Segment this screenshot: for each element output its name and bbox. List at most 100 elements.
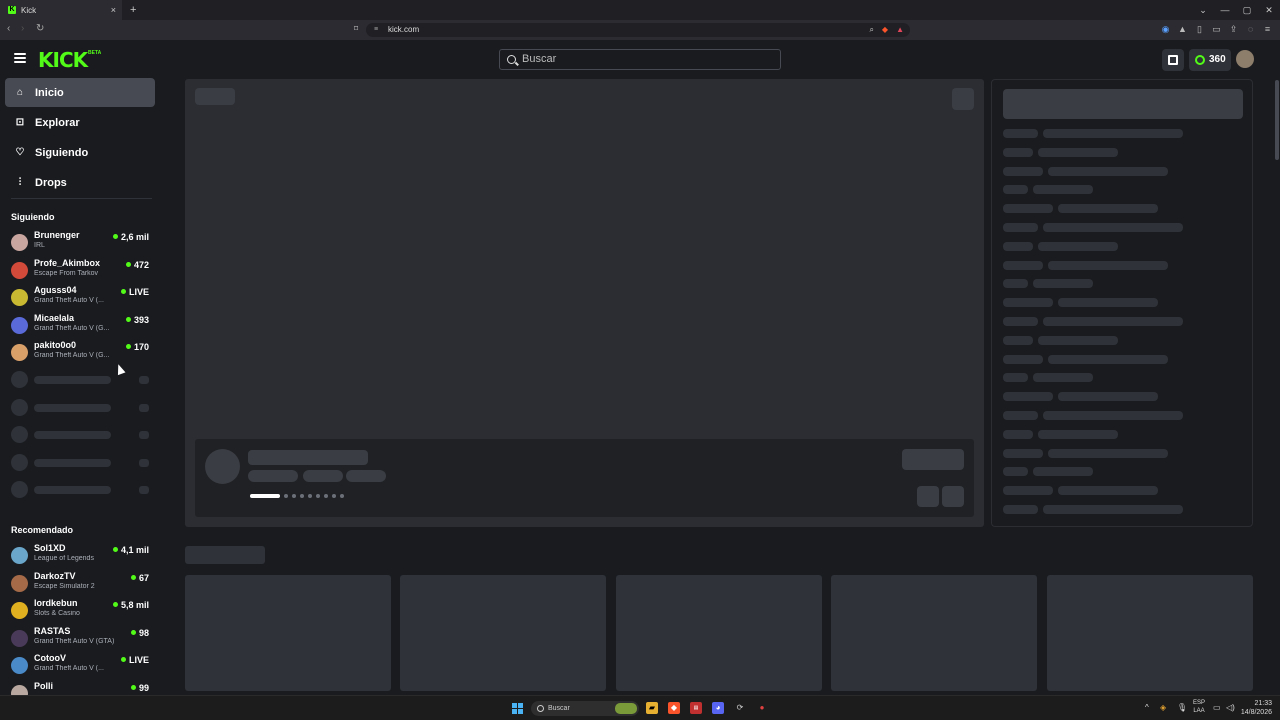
wallet-icon[interactable]: ▭ xyxy=(1212,24,1221,35)
new-tab-button[interactable]: + xyxy=(130,4,136,16)
app-icon[interactable]: ● xyxy=(756,702,768,714)
clock-time: 21:33 xyxy=(1254,700,1272,707)
brave-browser-icon[interactable]: ◆ xyxy=(668,702,680,714)
home-icon: ⌂ xyxy=(16,86,24,98)
audio-icon[interactable]: ◉ xyxy=(1161,24,1170,35)
sidebar-item-drops[interactable]: ⫶ Drops xyxy=(5,168,155,197)
featured-stream-skeleton[interactable] xyxy=(185,79,984,527)
network-icon[interactable]: ▭ xyxy=(1213,703,1221,712)
tab-title: Kick xyxy=(21,5,37,15)
user-avatar[interactable] xyxy=(1236,50,1254,68)
brave-shields-icon[interactable]: ◆ xyxy=(882,23,888,37)
reload-icon[interactable]: ↻ xyxy=(36,23,44,34)
avatar xyxy=(11,289,28,306)
sidebar: ⌂ Inicio ⊡ Explorar ♡ Siguiendo ⫶ Drops … xyxy=(0,78,165,695)
channel-item[interactable]: pakito0o0 Grand Theft Auto V (G... 170 xyxy=(11,339,153,365)
recommended-heading: Recomendado xyxy=(11,525,74,535)
channel-item[interactable]: RASTAS Grand Theft Auto V (GTA) 98 xyxy=(11,625,153,651)
sidebar-item-explorar[interactable]: ⊡ Explorar xyxy=(5,108,155,137)
stream-card-skeleton[interactable] xyxy=(831,575,1037,691)
channel-category: Grand Theft Auto V (G... xyxy=(34,352,110,359)
stream-card-skeleton[interactable] xyxy=(400,575,606,691)
clock-date: 14/8/2026 xyxy=(1240,709,1272,716)
share-icon[interactable]: ⇪ xyxy=(1229,24,1238,35)
following-heading: Siguiendo xyxy=(11,212,55,222)
menu-icon[interactable]: ≡ xyxy=(1263,24,1272,35)
channel-name: DarkozTV xyxy=(34,571,76,581)
app-icon[interactable]: ⟳ xyxy=(734,702,746,714)
channel-item[interactable]: CotooV Grand Theft Auto V (... LIVE xyxy=(11,652,153,678)
sidebar-item-inicio[interactable]: ⌂ Inicio xyxy=(5,78,155,107)
bookmark-icon[interactable]: ⌑ xyxy=(354,24,358,33)
file-explorer-icon[interactable]: ▰ xyxy=(646,702,658,714)
news-app-icon[interactable]: ▤ xyxy=(690,702,702,714)
brave-rewards-icon[interactable]: ▲ xyxy=(896,23,904,37)
channel-item[interactable]: Brunenger IRL 2,6 mil xyxy=(11,229,153,255)
avatar xyxy=(11,262,28,279)
minimize-button[interactable]: — xyxy=(1214,0,1236,20)
stream-card-skeleton[interactable] xyxy=(185,575,391,691)
tab-search-icon[interactable]: ⌄ xyxy=(1192,0,1214,20)
tray-overflow-icon[interactable]: ^ xyxy=(1145,703,1149,712)
channel-item[interactable]: lordkebun Slots & Casino 5,8 mil xyxy=(11,597,153,623)
zoom-icon[interactable]: ⌕ xyxy=(869,23,873,37)
volume-icon[interactable]: ◁) xyxy=(1226,703,1235,712)
forward-icon[interactable]: › xyxy=(21,23,24,34)
maximize-button[interactable]: ▢ xyxy=(1236,0,1258,20)
search-input[interactable]: Buscar xyxy=(499,49,781,70)
site-info-icon[interactable]: ≡ xyxy=(374,23,378,37)
language-code: ESP xyxy=(1193,700,1206,706)
tray-app-icon[interactable]: ◈ xyxy=(1160,703,1166,712)
channel-skeleton xyxy=(11,426,153,443)
microphone-icon[interactable]: 🎙︎ xyxy=(1177,703,1187,712)
channel-item[interactable]: Polli 99 xyxy=(11,680,153,695)
url-field[interactable]: ≡ kick.com ⌕ ◆ ▲ xyxy=(366,23,910,37)
search-icon xyxy=(507,55,516,64)
keyboard-layout: LAA xyxy=(1193,708,1205,714)
windows-taskbar: Buscar ▰ ◆ ▤ ◕ ⟳ ● ^ ◈ 🎙︎ ESP LAA ▭ ◁) 2… xyxy=(0,695,1280,720)
viewer-count: 5,8 mil xyxy=(113,600,149,610)
sidebar-item-label: Siguiendo xyxy=(35,146,89,159)
menu-icon[interactable] xyxy=(14,53,26,63)
scrollbar[interactable] xyxy=(1275,80,1279,160)
channel-skeleton xyxy=(11,454,153,471)
tab-close-icon[interactable]: × xyxy=(111,5,116,15)
stream-card-skeleton[interactable] xyxy=(1047,575,1253,691)
sidebar-icon[interactable]: ▯ xyxy=(1195,24,1204,35)
channel-item[interactable]: Agusss04 Grand Theft Auto V (... LIVE xyxy=(11,284,153,310)
channel-item[interactable]: Micaelala Grand Theft Auto V (G... 393 xyxy=(11,312,153,338)
vpn-icon[interactable]: ◌ xyxy=(1246,24,1255,35)
channel-name: Polli xyxy=(34,681,54,691)
viewer-count: 98 xyxy=(131,628,149,638)
discord-icon[interactable]: ◕ xyxy=(712,702,724,714)
viewer-count: LIVE xyxy=(121,287,149,297)
avatar xyxy=(11,630,28,647)
channel-name: pakito0o0 xyxy=(34,340,77,350)
carousel-dots[interactable] xyxy=(250,494,344,498)
channel-item[interactable]: Profe_Akimbox Escape From Tarkov 472 xyxy=(11,257,153,283)
layout-button[interactable] xyxy=(1162,49,1184,71)
kick-logo[interactable]: KICK xyxy=(38,50,88,70)
stream-card-skeleton[interactable] xyxy=(616,575,822,691)
sidebar-item-siguiendo[interactable]: ♡ Siguiendo xyxy=(5,138,155,167)
channel-item[interactable]: Sol1XD League of Legends 4,1 mil xyxy=(11,542,153,568)
close-window-button[interactable]: ✕ xyxy=(1258,0,1280,20)
channel-name: Agusss04 xyxy=(34,285,77,295)
clock[interactable]: 21:33 14/8/2026 xyxy=(1241,699,1272,717)
taskbar-search[interactable]: Buscar xyxy=(531,701,639,716)
back-icon[interactable]: ‹ xyxy=(7,23,10,34)
chat-panel-skeleton xyxy=(991,79,1253,527)
browser-tab[interactable]: K Kick × xyxy=(0,0,122,20)
prev-button-skeleton xyxy=(917,486,939,507)
sidebar-item-label: Inicio xyxy=(35,86,64,99)
watch-button-skeleton xyxy=(902,449,964,470)
extension-icon[interactable]: ▲ xyxy=(1178,24,1187,35)
windows-start-icon[interactable] xyxy=(512,703,523,714)
channel-category: Grand Theft Auto V (GTA) xyxy=(34,638,115,645)
search-placeholder: Buscar xyxy=(522,53,557,65)
coins-button[interactable]: 360 xyxy=(1189,49,1231,71)
channel-category: Grand Theft Auto V (... xyxy=(34,665,104,672)
channel-item[interactable]: DarkozTV Escape Simulator 2 67 xyxy=(11,570,153,596)
title-skeleton xyxy=(248,450,368,465)
language-indicator[interactable]: ESP LAA xyxy=(1193,699,1205,715)
